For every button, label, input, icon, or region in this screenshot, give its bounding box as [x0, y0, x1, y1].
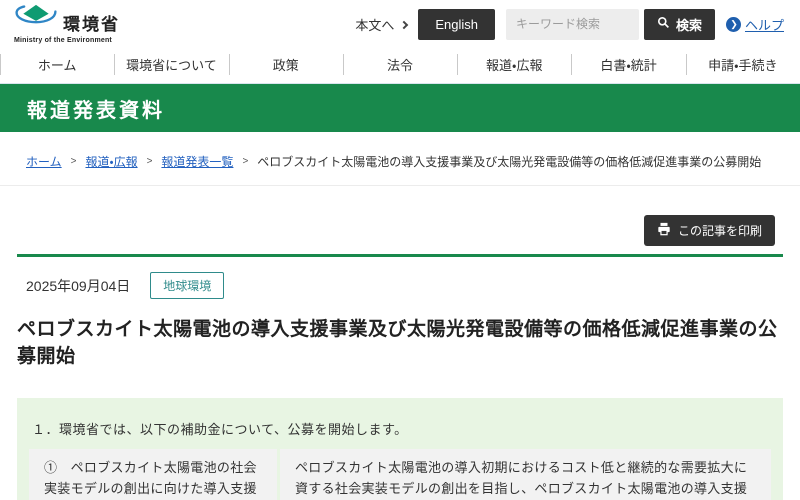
- summary-section: １．環境省では、以下の補助金について、公募を開始します。 ① ペロブスカイト太陽…: [17, 398, 783, 500]
- breadcrumb-link-press[interactable]: 報道・広報: [85, 153, 137, 170]
- publish-date: 2025年09月04日: [26, 276, 130, 296]
- site-header: 環境省 Ministry of the Environment 本文へ Engl…: [0, 0, 800, 46]
- article-meta: 2025年09月04日 地球環境: [0, 257, 800, 299]
- search-button-label: 検索: [676, 15, 702, 34]
- nav-item-application[interactable]: 申請・手続き: [686, 46, 800, 83]
- search-input[interactable]: [506, 9, 639, 40]
- grant-table: ① ペロブスカイト太陽電池の社会実装モデルの創出に向けた導入支援事業 ペロブスカ…: [29, 449, 771, 500]
- printer-icon: [657, 222, 671, 239]
- global-nav: ホーム 環境省について 政策 法令 報道・広報 白書・統計 申請・手続き: [0, 46, 800, 84]
- nav-item-whitepaper[interactable]: 白書・統計: [571, 46, 685, 83]
- breadcrumb-current: ペロブスカイト太陽電池の導入支援事業及び太陽光発電設備等の価格低減促進事業の公募…: [257, 153, 761, 170]
- search-icon: [657, 16, 670, 32]
- article-toolbar: この記事を印刷: [0, 186, 800, 246]
- breadcrumb-link-press-list[interactable]: 報道発表一覧: [161, 153, 233, 170]
- section-banner-title: 報道発表資料: [27, 94, 165, 123]
- search-button[interactable]: 検索: [644, 9, 715, 40]
- category-badge: 地球環境: [150, 272, 224, 299]
- english-button[interactable]: English: [418, 9, 495, 40]
- section-banner: 報道発表資料: [0, 84, 800, 132]
- ministry-logo-icon: [14, 4, 58, 36]
- nav-item-about[interactable]: 環境省について: [114, 46, 228, 83]
- help-arrow-icon: ❯: [726, 17, 741, 32]
- summary-lead: １．環境省では、以下の補助金について、公募を開始します。: [32, 419, 771, 438]
- print-article-button[interactable]: この記事を印刷: [644, 215, 775, 246]
- logo-subtitle: Ministry of the Environment: [14, 37, 120, 44]
- nav-item-policy[interactable]: 政策: [229, 46, 343, 83]
- chevron-right-icon: [400, 20, 408, 28]
- nav-item-press[interactable]: 報道・広報: [457, 46, 571, 83]
- nav-item-home[interactable]: ホーム: [0, 46, 114, 83]
- skip-to-content-link[interactable]: 本文へ: [355, 15, 407, 34]
- breadcrumb-separator: >: [242, 156, 248, 167]
- skip-link-label: 本文へ: [355, 15, 394, 34]
- nav-item-laws[interactable]: 法令: [343, 46, 457, 83]
- breadcrumb-separator: >: [71, 156, 77, 167]
- table-row: ① ペロブスカイト太陽電池の社会実装モデルの創出に向けた導入支援事業 ペロブスカ…: [29, 449, 771, 500]
- print-button-label: この記事を印刷: [678, 222, 762, 239]
- breadcrumb: ホーム > 報道・広報 > 報道発表一覧 > ペロブスカイト太陽電池の導入支援事…: [0, 132, 800, 186]
- grant-description-cell: ペロブスカイト太陽電池の導入初期におけるコスト低と継続的な需要拡大に資する社会実…: [280, 449, 771, 500]
- help-link-label: ヘルプ: [745, 15, 784, 34]
- grant-name-cell: ① ペロブスカイト太陽電池の社会実装モデルの創出に向けた導入支援事業: [29, 449, 277, 500]
- breadcrumb-separator: >: [147, 156, 153, 167]
- help-link[interactable]: ❯ ヘルプ: [726, 15, 784, 34]
- article-title: ペロブスカイト太陽電池の導入支援事業及び太陽光発電設備等の価格低減促進事業の公募…: [17, 314, 783, 368]
- breadcrumb-link-home[interactable]: ホーム: [26, 153, 62, 170]
- logo-title: 環境省: [63, 16, 120, 36]
- site-logo[interactable]: 環境省 Ministry of the Environment: [14, 4, 120, 44]
